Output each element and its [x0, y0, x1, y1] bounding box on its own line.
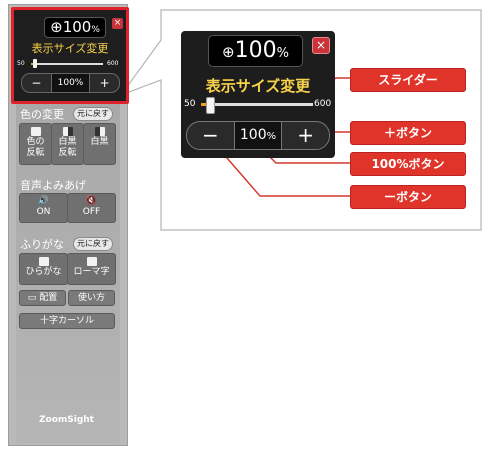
zoom-buttons: − 100% + — [21, 73, 120, 93]
zoomed-close-button[interactable]: × — [312, 37, 330, 54]
zoom-slider[interactable] — [31, 59, 103, 68]
zoomsight-toolbar: ⊕100% × 表示サイズ変更 50 600 − 100% + 色の変更 元に戻… — [8, 4, 129, 446]
zoomed-reset-button[interactable]: 100% — [234, 122, 283, 149]
zoomsight-logo: ZoomSight — [39, 415, 94, 425]
zoom-in-button[interactable]: + — [90, 74, 119, 92]
zoom-in-icon: ⊕ — [50, 18, 63, 36]
hiragana-icon — [38, 257, 49, 266]
romaji-icon — [86, 257, 97, 266]
color-reset-button[interactable]: 元に戻す — [73, 107, 113, 121]
mini-zoom-panel: ⊕100% × 表示サイズ変更 50 600 − 100% + — [11, 7, 129, 104]
layout-icon: ▭ — [27, 293, 37, 303]
zoom-reset-button[interactable]: 100% — [51, 74, 91, 92]
invert-icon — [30, 127, 41, 136]
zoomed-slider[interactable] — [201, 97, 313, 114]
callout-minus: ーボタン — [350, 185, 466, 209]
close-button[interactable]: × — [112, 18, 123, 29]
zoomed-slider-thumb[interactable] — [206, 97, 215, 114]
callout-slider: スライダー — [350, 68, 466, 92]
layout-button[interactable]: ▭ 配置 — [19, 290, 66, 306]
hiragana-button[interactable]: ひらがな — [19, 253, 68, 285]
zoom-display: ⊕100% — [44, 17, 106, 38]
speaker-off-icon: 🔇 — [85, 196, 98, 206]
invert-color-button[interactable]: 色の 反転 — [19, 123, 52, 165]
color-section-label: 色の変更 — [20, 108, 64, 121]
invert-bw-button[interactable]: 白黒 反転 — [51, 123, 84, 165]
voice-on-button[interactable]: 🔊 ON — [19, 193, 68, 223]
speaker-on-icon: 🔊 — [37, 196, 50, 206]
bw-icon — [94, 127, 105, 136]
zoomed-panel: ⊕100% × 表示サイズ変更 50 600 − 100% + — [181, 31, 335, 158]
howto-button[interactable]: 使い方 — [68, 290, 115, 306]
zoomed-zoom-value: 100 — [234, 38, 277, 63]
zoom-in-icon: ⊕ — [222, 43, 235, 61]
crosshair-cursor-button[interactable]: 十字カーソル — [19, 313, 115, 329]
zoomed-plus-button[interactable]: + — [282, 122, 329, 149]
zoomed-buttons: − 100% + — [186, 121, 330, 150]
slider-thumb[interactable] — [33, 59, 37, 68]
zoomed-slider-min: 50 — [184, 99, 196, 109]
voice-off-button[interactable]: 🔇 OFF — [67, 193, 116, 223]
callout-plus: ＋ボタン — [350, 121, 466, 145]
slider-max-label: 600 — [107, 60, 119, 67]
callout-reset: 100%ボタン — [350, 152, 466, 176]
zoomed-title: 表示サイズ変更 — [205, 77, 311, 95]
zoom-value: 100 — [62, 18, 92, 36]
slider-min-label: 50 — [17, 60, 25, 67]
invert-bw-icon — [62, 127, 73, 136]
furigana-reset-button[interactable]: 元に戻す — [73, 237, 113, 251]
furigana-section-label: ふりがな — [20, 238, 64, 251]
zoomed-slider-max: 600 — [314, 99, 332, 109]
panel-title: 表示サイズ変更 — [31, 42, 109, 55]
zoomed-zoom-display: ⊕100% — [208, 35, 303, 67]
bw-button[interactable]: 白黒 — [83, 123, 116, 165]
zoom-out-button[interactable]: − — [22, 74, 52, 92]
voice-section-label: 音声よみあげ — [20, 179, 86, 192]
zoomed-minus-button[interactable]: − — [187, 122, 235, 149]
zoom-unit: % — [91, 25, 100, 35]
romaji-button[interactable]: ローマ字 — [67, 253, 116, 285]
